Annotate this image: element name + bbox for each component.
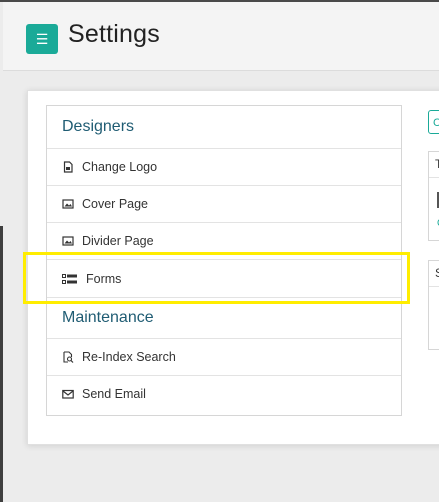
nav-item-label: Change Logo [82,160,158,174]
menu-button[interactable]: ☰ [26,24,58,54]
nav-item-label: Divider Page [82,234,154,248]
nav-item-label: Send Email [82,387,146,401]
nav-item-label: Forms [86,271,122,286]
right-panel-top: T C [428,151,439,241]
nav-item-cover-page[interactable]: Cover Page [47,185,401,222]
nav-item-send-email[interactable]: Send Email [47,375,401,412]
page-title: Settings [68,20,160,48]
nav-item-label: Re-Index Search [82,350,176,364]
envelope-icon [62,388,74,400]
right-panel-bottom: S [428,260,439,350]
designers-heading: Designers [62,118,135,135]
form-list-icon [62,273,78,285]
image-icon [62,235,74,247]
right-panel-bottom-header: S [429,261,439,287]
image-icon [62,198,74,210]
page-header: ☰ Settings [3,2,439,71]
file-image-icon [62,161,74,173]
right-panel-top-header: T [429,152,439,178]
nav-item-forms[interactable]: Forms [47,259,401,297]
nav-item-divider-page[interactable]: Divider Page [47,222,401,259]
maintenance-heading: Maintenance [47,297,401,338]
nav-item-label: Cover Page [82,197,149,211]
hamburger-icon: ☰ [35,30,49,47]
nav-item-re-index-search[interactable]: Re-Index Search [47,338,401,375]
search-file-icon [62,351,74,363]
settings-nav-panel: Designers Change Logo Cover Page Divider… [46,105,402,416]
nav-item-change-logo[interactable]: Change Logo [47,148,401,185]
background-window-edge [0,226,3,502]
right-action-button[interactable]: C [428,110,439,134]
